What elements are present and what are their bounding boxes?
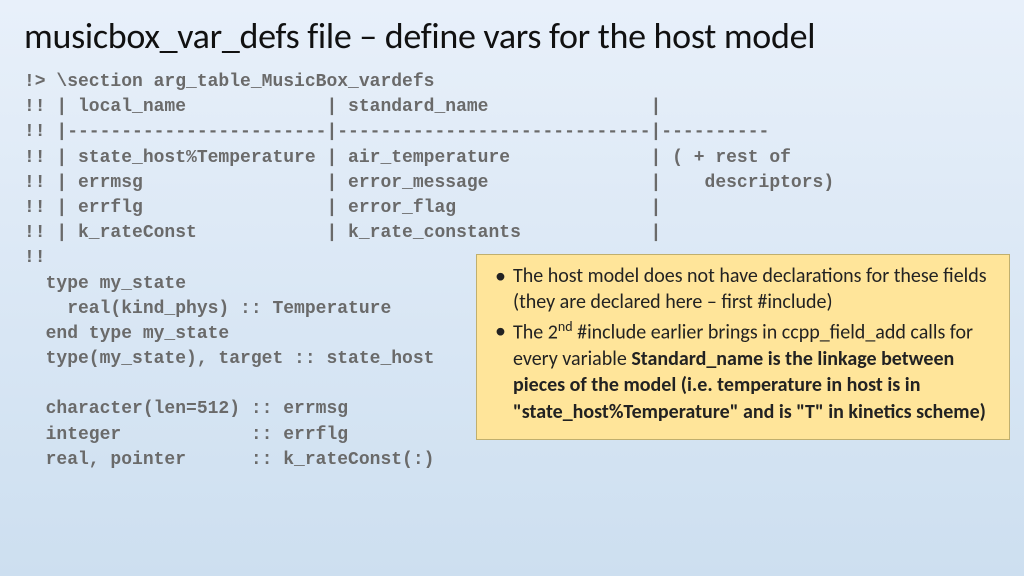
bullet-2-sup: nd [558,318,573,335]
code-line: character(len=512) :: errmsg [24,399,348,419]
code-line: !! | state_host%Temperature | air_temper… [24,148,791,168]
code-line: !! | errflg | error_flag | [24,198,661,218]
code-line: end type my_state [24,324,229,344]
code-line: !! |------------------------|-----------… [24,122,769,142]
code-line: real, pointer :: k_rateConst(:) [24,450,434,470]
code-line: real(kind_phys) :: Temperature [24,299,391,319]
bullet-2: The 2nd #include earlier brings in ccpp_… [491,318,995,425]
code-line: type(my_state), target :: state_host [24,349,434,369]
code-line: type my_state [24,274,186,294]
bullet-1: The host model does not have declaration… [491,263,995,316]
callout-box: The host model does not have declaration… [476,254,1010,440]
code-line: !! | k_rateConst | k_rate_constants | [24,223,661,243]
code-line: !> \section arg_table_MusicBox_vardefs [24,72,434,92]
code-line: !! [24,248,46,268]
code-line: !! | errmsg | error_message | descriptor… [24,173,834,193]
code-line: !! | local_name | standard_name | [24,97,661,117]
code-line: integer :: errflg [24,425,348,445]
bullet-2-text-a: The 2 [513,320,558,344]
slide-title: musicbox_var_defs file – define vars for… [0,0,1024,68]
bullet-1-text: The host model does not have declaration… [513,264,987,314]
